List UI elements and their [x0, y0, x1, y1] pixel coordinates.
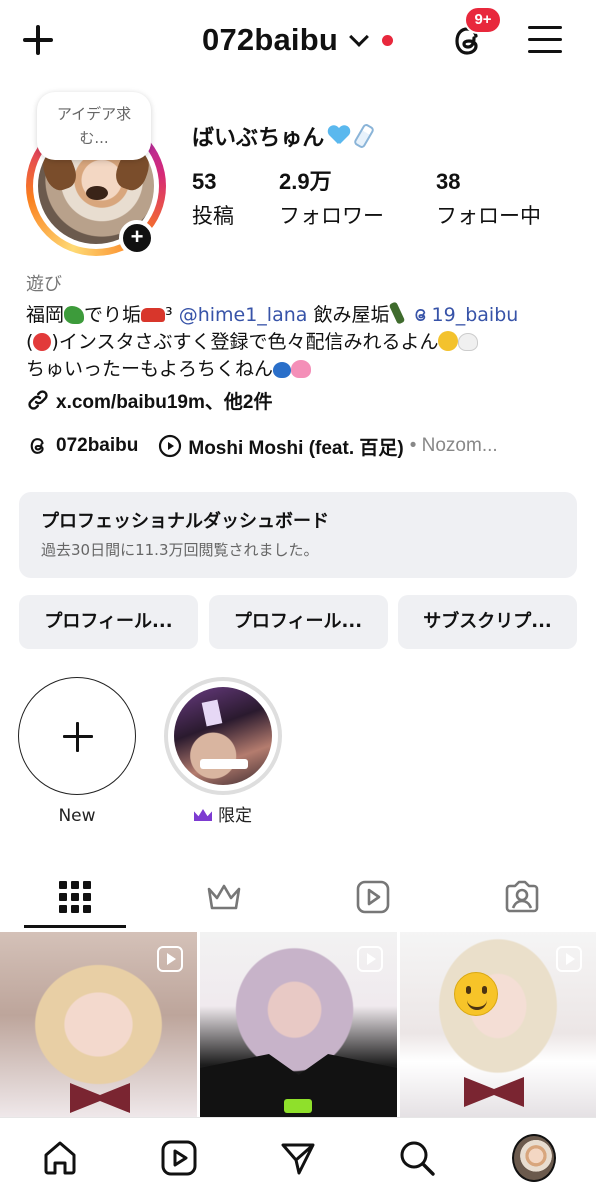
nav-messages[interactable]: [276, 1136, 320, 1180]
post-thumbnail[interactable]: [0, 932, 197, 1117]
profile-category: 遊び: [26, 274, 62, 295]
reels-icon: [161, 1140, 197, 1176]
unread-dot-icon: [381, 34, 393, 46]
nav-reels[interactable]: [157, 1136, 201, 1180]
dashboard-title: プロフェッショナルダッシュボード: [41, 511, 329, 532]
reel-play-icon: [556, 946, 582, 972]
highlight-cover: [164, 677, 282, 795]
paw-prints-emoji-icon: [273, 362, 292, 378]
profile-tabs: [0, 866, 596, 930]
post-thumbnail[interactable]: [200, 932, 397, 1117]
threads-music-row: 072baibu Moshi Moshi (feat. 百足) • Nozom.…: [26, 430, 498, 462]
send-icon: [281, 1143, 315, 1175]
subscription-button[interactable]: サブスクリプ...: [398, 595, 577, 649]
display-name: ばいぶちゅん: [192, 120, 376, 152]
bio-line-3: ちゅいったーもよろちくねん: [26, 356, 578, 383]
profile-action-buttons: プロフィール... プロフィール... サブスクリプ...: [19, 595, 577, 649]
tab-subscriber-content[interactable]: [149, 866, 298, 928]
tab-reels[interactable]: [298, 866, 447, 928]
music-title[interactable]: Moshi Moshi (feat. 百足): [188, 433, 403, 460]
tagged-person-icon: [505, 880, 538, 913]
threads-icon: [414, 308, 425, 322]
display-name-text: ばいぶちゅん: [192, 126, 325, 151]
pink-heart-emoji-icon: [291, 360, 312, 378]
stat-following-value: 38: [436, 169, 461, 194]
posts-grid: [0, 932, 596, 1117]
grid-icon: [58, 881, 91, 913]
stat-following[interactable]: 38 フォロー中: [436, 168, 541, 230]
profile-note-bubble[interactable]: アイデア求む...: [37, 92, 151, 160]
post-thumbnail[interactable]: [400, 932, 596, 1117]
dinosaur-emoji-icon: [64, 306, 85, 324]
highlight-exclusive[interactable]: 限定: [163, 677, 283, 827]
champagne-emoji-icon: [389, 302, 406, 325]
top-header: 072baibu 9+: [0, 0, 596, 86]
stat-followers-value: 2.9万: [279, 169, 332, 194]
bio-mention-19-baibu[interactable]: 19_baibu: [412, 304, 518, 326]
reel-play-icon: [357, 946, 383, 972]
tab-tagged[interactable]: [447, 866, 596, 928]
add-story-plus-icon[interactable]: +: [119, 220, 155, 256]
chevron-down-icon: [349, 27, 369, 47]
car-emoji-icon: [141, 308, 166, 322]
menu-icon[interactable]: [528, 24, 562, 54]
profile-link[interactable]: x.com/baibu19m、他2件: [26, 386, 272, 414]
threads-icon: [30, 438, 44, 454]
new-highlight-plus-icon: [18, 677, 136, 795]
stat-posts-label: 投稿: [192, 204, 234, 228]
profile-link-text: x.com/baibu19m、他2件: [56, 391, 273, 413]
professional-dashboard-card[interactable]: プロフェッショナルダッシュボード 過去30日間に11.3万回閲覧されました。: [19, 492, 577, 578]
play-circle-icon: [159, 434, 182, 458]
bio-line-1: 福岡 でり垢 ³ @hime1_lana 飲み屋垢 19_baibu: [26, 302, 578, 329]
tab-posts-grid[interactable]: [0, 866, 149, 928]
nav-profile[interactable]: [512, 1134, 556, 1182]
crown-icon: [194, 809, 212, 821]
crown-icon: [207, 884, 240, 910]
home-icon: [44, 1141, 76, 1175]
stat-posts-value: 53: [192, 169, 217, 194]
notification-badge: 9+: [464, 6, 502, 34]
threads-handle-chip[interactable]: 072baibu: [56, 435, 138, 457]
drooling-face-emoji-icon: [438, 331, 459, 351]
edit-profile-button[interactable]: プロフィール...: [19, 595, 198, 649]
reel-play-icon: [157, 946, 183, 972]
tongue-out-face-sticker-icon: [454, 972, 498, 1016]
highlight-new[interactable]: New: [17, 677, 137, 827]
stat-posts[interactable]: 53 投稿: [192, 168, 234, 230]
stat-followers-label: フォロワー: [279, 204, 384, 228]
heart-on-fire-emoji-icon: [33, 333, 52, 351]
profile-bio: 福岡 でり垢 ³ @hime1_lana 飲み屋垢 19_baibu ()インスタさ…: [26, 302, 578, 383]
bio-line-2: ()インスタさぶすく登録で色々配信みれるよん: [26, 329, 578, 356]
reels-icon: [356, 880, 389, 914]
nav-home[interactable]: [38, 1136, 82, 1180]
baby-bottle-emoji-icon: [353, 122, 376, 150]
nav-search[interactable]: [395, 1136, 439, 1180]
share-profile-button[interactable]: プロフィール...: [208, 595, 388, 649]
blue-heart-emoji-icon: [328, 126, 350, 146]
stat-following-label: フォロー中: [436, 204, 541, 228]
music-artist: • Nozom...: [409, 435, 498, 456]
create-plus-icon[interactable]: [18, 20, 58, 60]
profile-avatar-icon: [512, 1134, 556, 1182]
dashboard-subtitle: 過去30日間に11.3万回閲覧されました。: [41, 541, 319, 559]
link-icon: [28, 390, 48, 410]
header-username: 072baibu: [202, 22, 338, 57]
highlight-label: New: [58, 806, 96, 826]
white-heart-emoji-icon: [458, 333, 479, 351]
search-icon: [400, 1141, 435, 1176]
stat-followers[interactable]: 2.9万 フォロワー: [279, 168, 384, 230]
account-switcher[interactable]: 072baibu: [202, 18, 393, 62]
highlight-label-exclusive: 限定: [163, 805, 283, 827]
bio-mention-hime1-lana[interactable]: @hime1_lana: [179, 304, 308, 326]
bottom-navigation: [0, 1117, 596, 1199]
